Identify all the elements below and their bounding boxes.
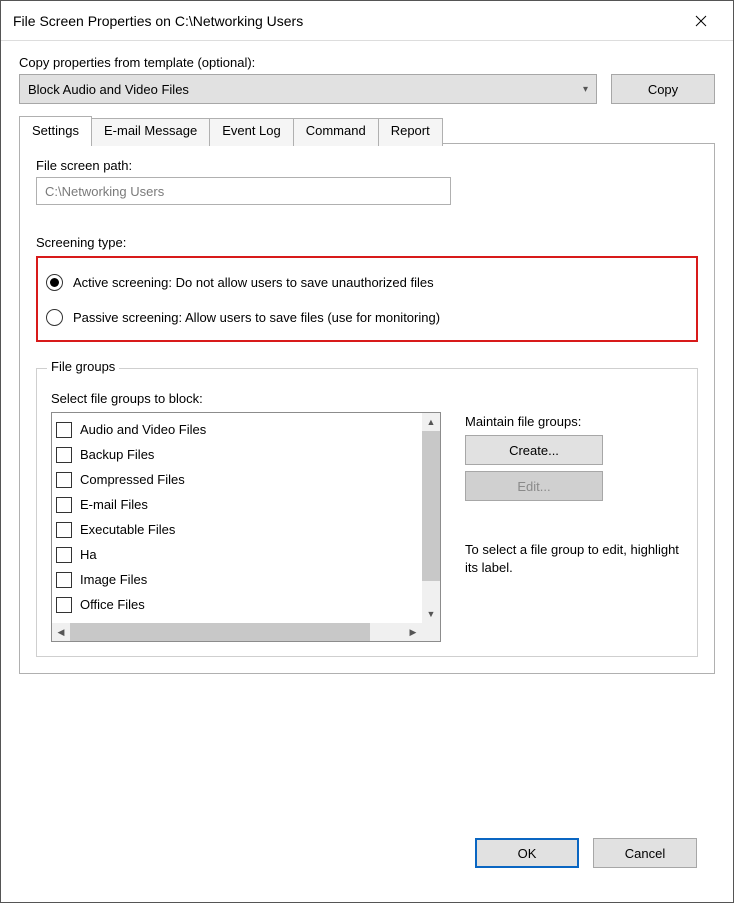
file-groups-list: Audio and Video Files Backup Files Compr…: [51, 412, 441, 642]
tab-settings[interactable]: Settings: [19, 116, 92, 144]
close-icon: [695, 15, 707, 27]
select-groups-label: Select file groups to block:: [51, 391, 683, 406]
path-input-value: C:\Networking Users: [45, 184, 164, 199]
horizontal-scrollbar[interactable]: ◀ ▶: [52, 623, 440, 641]
list-item[interactable]: Image Files: [56, 567, 418, 592]
edit-button-label: Edit...: [517, 479, 550, 494]
file-groups-row: Audio and Video Files Backup Files Compr…: [51, 412, 683, 642]
scroll-corner: [422, 623, 440, 641]
scroll-track[interactable]: [70, 623, 404, 641]
tab-report[interactable]: Report: [378, 118, 443, 146]
list-item-label: Ha: [80, 547, 97, 562]
path-label: File screen path:: [36, 158, 698, 173]
scroll-right-icon[interactable]: ▶: [404, 623, 422, 641]
checkbox-icon[interactable]: [56, 422, 72, 438]
radio-icon: [46, 274, 63, 291]
dialog-body: Copy properties from template (optional)…: [1, 41, 733, 902]
path-input[interactable]: C:\Networking Users: [36, 177, 451, 205]
tab-email-message[interactable]: E-mail Message: [91, 118, 210, 146]
template-label: Copy properties from template (optional)…: [19, 55, 715, 70]
list-item[interactable]: Ha: [56, 542, 418, 567]
screening-type-label: Screening type:: [36, 235, 698, 250]
scroll-left-icon[interactable]: ◀: [52, 623, 70, 641]
checkbox-icon[interactable]: [56, 522, 72, 538]
checkbox-icon[interactable]: [56, 547, 72, 563]
checkbox-icon[interactable]: [56, 572, 72, 588]
radio-label: Passive screening: Allow users to save f…: [73, 310, 440, 325]
radio-icon: [46, 309, 63, 326]
titlebar: File Screen Properties on C:\Networking …: [1, 1, 733, 41]
checkbox-icon[interactable]: [56, 497, 72, 513]
list-item[interactable]: Audio and Video Files: [56, 417, 418, 442]
checkbox-icon[interactable]: [56, 472, 72, 488]
close-button[interactable]: [681, 6, 721, 36]
template-select-value: Block Audio and Video Files: [28, 82, 189, 97]
edit-button: Edit...: [465, 471, 603, 501]
tab-command[interactable]: Command: [293, 118, 379, 146]
list-item[interactable]: E-mail Files: [56, 492, 418, 517]
copy-button-label: Copy: [648, 82, 678, 97]
maintain-file-groups-column: Maintain file groups: Create... Edit... …: [465, 412, 683, 642]
file-groups-groupbox: File groups Select file groups to block:…: [36, 368, 698, 657]
scroll-up-icon[interactable]: ▲: [422, 413, 440, 431]
list-item-label: Image Files: [80, 572, 147, 587]
list-item[interactable]: Compressed Files: [56, 467, 418, 492]
groupbox-title: File groups: [47, 359, 119, 374]
file-groups-hint: To select a file group to edit, highligh…: [465, 541, 683, 576]
list-item[interactable]: Backup Files: [56, 442, 418, 467]
create-button[interactable]: Create...: [465, 435, 603, 465]
scroll-down-icon[interactable]: ▼: [422, 605, 440, 623]
copy-button[interactable]: Copy: [611, 74, 715, 104]
chevron-down-icon: ▾: [583, 84, 588, 95]
list-item-label: Compressed Files: [80, 472, 185, 487]
create-button-label: Create...: [509, 443, 559, 458]
radio-passive-screening[interactable]: Passive screening: Allow users to save f…: [44, 303, 690, 332]
tab-event-log[interactable]: Event Log: [209, 118, 294, 146]
list-item-label: Backup Files: [80, 447, 154, 462]
list-item[interactable]: Office Files: [56, 592, 418, 617]
cancel-button[interactable]: Cancel: [593, 838, 697, 868]
vertical-scrollbar[interactable]: ▲ ▼: [422, 413, 440, 623]
list-item-label: Office Files: [80, 597, 145, 612]
dialog-window: File Screen Properties on C:\Networking …: [0, 0, 734, 903]
cancel-button-label: Cancel: [625, 846, 665, 861]
radio-active-screening[interactable]: Active screening: Do not allow users to …: [44, 268, 690, 297]
scroll-track[interactable]: [422, 581, 440, 605]
list-item-label: E-mail Files: [80, 497, 148, 512]
checkbox-icon[interactable]: [56, 447, 72, 463]
template-select[interactable]: Block Audio and Video Files ▾: [19, 74, 597, 104]
scroll-thumb[interactable]: [70, 623, 370, 641]
dialog-footer: OK Cancel: [19, 828, 715, 886]
list-item[interactable]: Executable Files: [56, 517, 418, 542]
screening-type-block: Screening type: Active screening: Do not…: [36, 235, 698, 342]
window-title: File Screen Properties on C:\Networking …: [13, 13, 303, 29]
radio-label: Active screening: Do not allow users to …: [73, 275, 434, 290]
scroll-thumb[interactable]: [422, 431, 440, 581]
ok-button-label: OK: [518, 846, 537, 861]
checkbox-icon[interactable]: [56, 597, 72, 613]
tab-strip: Settings E-mail Message Event Log Comman…: [19, 116, 715, 144]
list-item-label: Executable Files: [80, 522, 175, 537]
maintain-label: Maintain file groups:: [465, 414, 683, 429]
tab-panel-settings: File screen path: C:\Networking Users Sc…: [19, 143, 715, 674]
list-item-label: Audio and Video Files: [80, 422, 206, 437]
ok-button[interactable]: OK: [475, 838, 579, 868]
template-row: Block Audio and Video Files ▾ Copy: [19, 74, 715, 104]
screening-options-highlight: Active screening: Do not allow users to …: [36, 256, 698, 342]
